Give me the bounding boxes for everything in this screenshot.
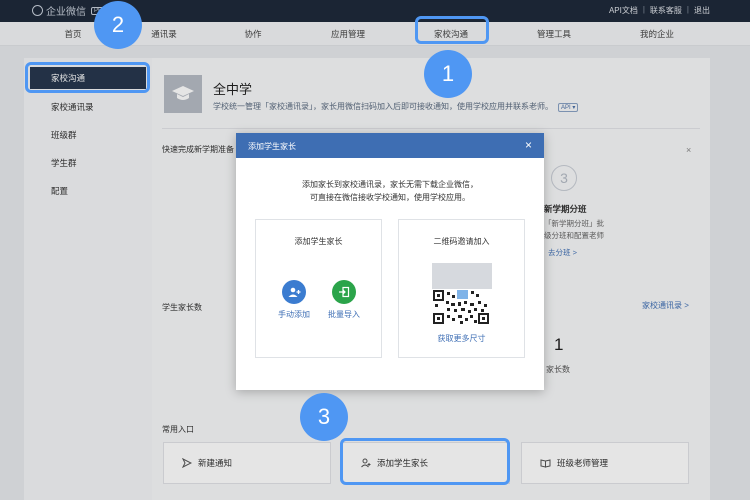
nav-collaboration[interactable]: 协作 xyxy=(244,28,261,40)
link-separator: | xyxy=(686,5,689,14)
school-description: 学校统一管理「家校通讯录」，家长用微信扫码加入后即可接收通知，使用学校应用并联系… xyxy=(213,101,579,112)
manual-add-button[interactable]: 手动添加 xyxy=(272,280,316,320)
highlight-nav-home-school xyxy=(415,16,489,44)
parent-count-label: 家长数 xyxy=(546,365,570,374)
step-description: 「新学期分班」批 xyxy=(544,219,604,228)
step-title: 新学期分班 xyxy=(544,204,587,214)
step-marker-3: 3 xyxy=(300,393,348,441)
link-separator: | xyxy=(642,5,645,14)
parent-count: 1 xyxy=(554,335,564,354)
manual-add-label: 手动添加 xyxy=(278,310,310,319)
logout-link[interactable]: 退出 xyxy=(694,5,710,16)
contacts-link[interactable]: 家校通讯录 > xyxy=(642,300,689,311)
modal-close-icon[interactable]: × xyxy=(525,138,532,152)
step-marker-2: 2 xyxy=(94,1,142,49)
more-sizes-link[interactable]: 获取更多尺寸 xyxy=(399,333,524,344)
add-parent-modal: 添加学生家长 × 添加家长到家校通讯录，家长无需下载企业微信， 可直接在微信接收… xyxy=(236,133,544,390)
go-assign-class-link[interactable]: 去分班 > xyxy=(548,247,577,258)
divider xyxy=(162,128,700,129)
step-number: 3 xyxy=(551,165,577,191)
qr-invite-card: 二维码邀请加入 获取更多尺寸 xyxy=(398,219,525,358)
school-name: 全中学 xyxy=(213,82,253,97)
api-docs-link[interactable]: API文档 xyxy=(609,5,638,16)
step-description: 级分班和配置老师 xyxy=(544,231,604,240)
sidebar-item-contacts[interactable]: 家校通讯录 xyxy=(51,101,94,113)
step-marker-1: 1 xyxy=(424,50,472,98)
nav-management-tools[interactable]: 管理工具 xyxy=(537,28,571,40)
modal-intro: 添加家长到家校通讯录，家长无需下载企业微信， xyxy=(302,180,478,189)
nav-app-management[interactable]: 应用管理 xyxy=(331,28,365,40)
highlight-add-parent xyxy=(340,438,510,485)
send-icon xyxy=(182,458,192,468)
add-parent-card-title: 添加学生家长 xyxy=(294,237,343,246)
school-description-text: 学校统一管理「家校通讯录」，家长用微信扫码加入后即可接收通知，使用学校应用并联系… xyxy=(213,102,553,111)
new-notice-label: 新建通知 xyxy=(198,458,233,468)
quick-setup-title: 快速完成新学期准备 xyxy=(162,145,234,154)
class-teacher-label: 班级老师管理 xyxy=(557,458,609,468)
new-notice-button[interactable]: 新建通知 xyxy=(163,442,331,484)
sidebar-item-settings[interactable]: 配置 xyxy=(51,185,68,197)
nav-contacts[interactable]: 通讯录 xyxy=(151,28,177,40)
top-links: API文档 | 联系客服 | 退出 xyxy=(609,5,710,16)
batch-import-label: 批量导入 xyxy=(328,310,360,319)
api-tag[interactable]: API ▾ xyxy=(558,103,579,112)
nav-home[interactable]: 首页 xyxy=(64,28,81,40)
qr-invite-card-title: 二维码邀请加入 xyxy=(433,237,490,246)
api-tag-label: API xyxy=(561,105,571,111)
modal-title: 添加学生家长 xyxy=(248,142,296,151)
sidebar-item-student-groups[interactable]: 学生群 xyxy=(51,157,77,169)
nav-my-enterprise[interactable]: 我的企业 xyxy=(640,28,674,40)
add-parent-card: 添加学生家长 手动添加 批量导入 xyxy=(255,219,382,358)
support-link[interactable]: 联系客服 xyxy=(650,5,682,16)
modal-intro: 可直接在微信接收学校通知，使用学校应用。 xyxy=(310,193,470,202)
sidebar xyxy=(24,58,152,500)
book-icon xyxy=(540,459,551,468)
batch-import-button[interactable]: 批量导入 xyxy=(322,280,366,320)
class-teacher-button[interactable]: 班级老师管理 xyxy=(521,442,689,484)
modal-header: 添加学生家长 xyxy=(236,133,544,158)
school-icon xyxy=(164,75,202,113)
parents-count-label: 学生家长数 xyxy=(162,303,202,312)
brand-name: 企业微信 xyxy=(46,7,86,18)
common-entries-label: 常用入口 xyxy=(162,425,194,434)
highlight-sidebar-home-school xyxy=(25,62,150,93)
import-icon xyxy=(332,280,356,304)
quick-setup-close-icon[interactable]: × xyxy=(686,145,691,155)
sidebar-item-class-groups[interactable]: 班级群 xyxy=(51,129,77,141)
graduation-cap-icon xyxy=(172,86,194,100)
qr-code-icon[interactable] xyxy=(432,289,490,325)
wecom-logo-icon xyxy=(32,5,43,16)
qr-header-placeholder xyxy=(432,263,492,289)
add-person-icon xyxy=(282,280,306,304)
